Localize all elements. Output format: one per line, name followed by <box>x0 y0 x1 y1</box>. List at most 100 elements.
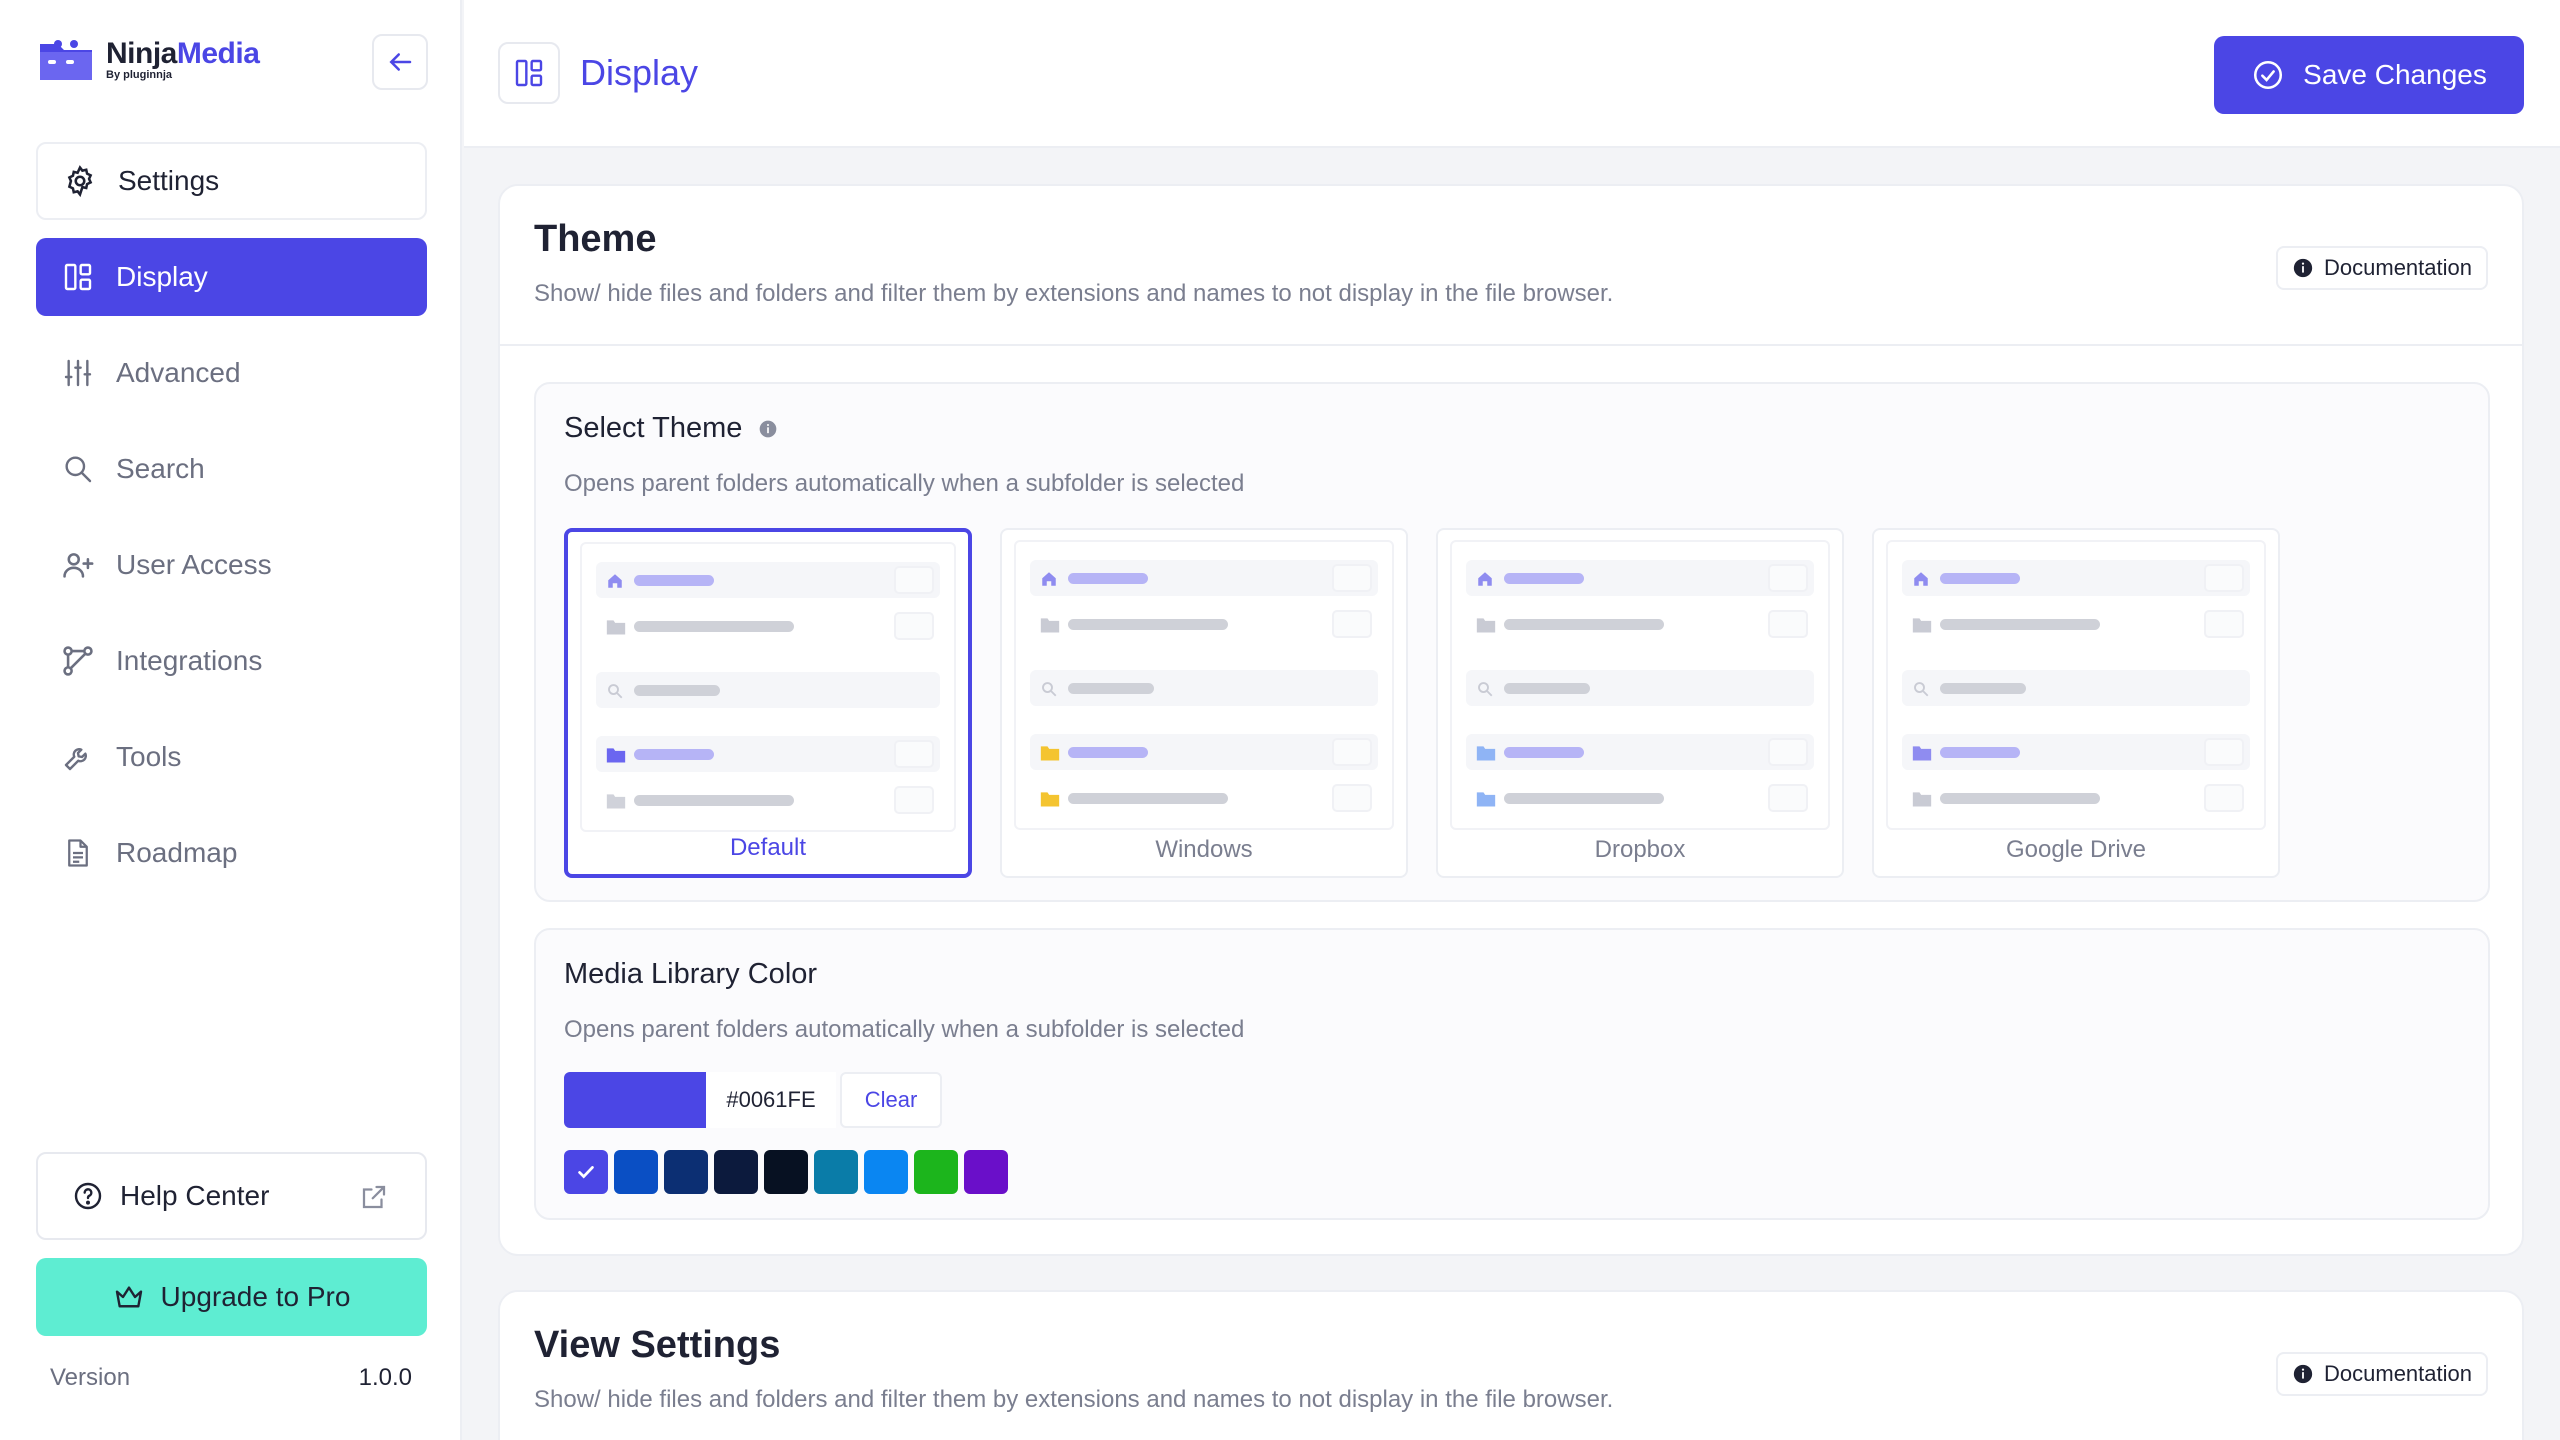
brand-logo[interactable]: NinjaMedia By pluginnja <box>36 34 260 84</box>
preview-row <box>1902 780 2250 816</box>
documentation-button[interactable]: Documentation <box>2276 246 2488 290</box>
preview-box <box>894 566 934 594</box>
theme-option-windows[interactable]: Windows <box>1000 528 1408 878</box>
preview-row <box>1030 734 1378 770</box>
home-icon <box>1912 570 1930 586</box>
brand-byline: By pluginnja <box>106 69 172 81</box>
folder-icon <box>606 746 626 763</box>
color-preset-swatch[interactable] <box>864 1150 908 1194</box>
color-preset-swatch[interactable] <box>964 1150 1008 1194</box>
color-preset-swatch[interactable] <box>614 1150 658 1194</box>
documentation-button[interactable]: Documentation <box>2276 1352 2488 1396</box>
search-icon <box>1476 680 1494 697</box>
preview-box <box>894 612 934 640</box>
preview-box <box>1768 564 1808 592</box>
preview-row <box>1466 780 1814 816</box>
preview-box <box>2204 784 2244 812</box>
card-title: View Settings <box>534 1324 781 1366</box>
folder-icon <box>1040 616 1060 633</box>
preview-box <box>1768 610 1808 638</box>
preview-bar <box>1940 747 2020 758</box>
sidebar-item-user-access[interactable]: User Access <box>36 526 427 604</box>
preview-bar <box>1940 683 2026 694</box>
sidebar-item-label: Advanced <box>116 357 241 388</box>
preview-box <box>894 740 934 768</box>
card-title: Theme <box>534 218 657 260</box>
check-icon <box>578 1166 594 1179</box>
sidebar-nav: Settings Display Advanced Search User Ac… <box>36 142 427 910</box>
version-number: 1.0.0 <box>358 1364 412 1391</box>
help-center-button[interactable]: Help Center <box>36 1152 427 1240</box>
documentation-label: Documentation <box>2324 255 2472 280</box>
color-preset-swatch[interactable] <box>914 1150 958 1194</box>
save-changes-label: Save Changes <box>2303 59 2487 90</box>
document-icon <box>60 835 96 871</box>
preview-row <box>1030 560 1378 596</box>
sidebar-item-display[interactable]: Display <box>36 238 427 316</box>
preview-bar <box>634 575 714 586</box>
preview-row <box>1902 734 2250 770</box>
sidebar-item-tools[interactable]: Tools <box>36 718 427 796</box>
color-preset-swatch[interactable] <box>764 1150 808 1194</box>
upgrade-to-pro-button[interactable]: Upgrade to Pro <box>36 1258 427 1336</box>
theme-card: Theme Show/ hide files and folders and f… <box>498 184 2524 1256</box>
color-hex-value[interactable]: #0061FE <box>706 1072 836 1128</box>
sliders-icon <box>60 355 96 391</box>
theme-option-default[interactable]: Default <box>564 528 972 878</box>
theme-preview <box>580 542 956 832</box>
sidebar-item-search[interactable]: Search <box>36 430 427 508</box>
sidebar: NinjaMedia By pluginnja Settings Display… <box>0 0 462 1440</box>
theme-option-label: Google Drive <box>2005 836 2147 863</box>
preview-row <box>596 562 940 598</box>
users-icon <box>60 547 96 583</box>
sidebar-item-roadmap[interactable]: Roadmap <box>36 814 427 892</box>
page-title: Display <box>580 52 699 93</box>
theme-option-google-drive[interactable]: Google Drive <box>1872 528 2280 878</box>
preview-box <box>2204 738 2244 766</box>
section-title: Media Library Color <box>564 958 818 990</box>
section-title: Select Theme <box>564 412 778 445</box>
preview-box <box>894 786 934 814</box>
folder-icon <box>1912 616 1932 633</box>
current-color-swatch[interactable] <box>564 1072 706 1128</box>
preview-row <box>596 782 940 818</box>
info-icon[interactable] <box>758 419 778 439</box>
preview-bar <box>634 685 720 696</box>
preview-row <box>1030 606 1378 642</box>
preview-box <box>1332 784 1372 812</box>
preview-row <box>1030 670 1378 706</box>
theme-option-dropbox[interactable]: Dropbox <box>1436 528 1844 878</box>
color-preset-swatch[interactable] <box>664 1150 708 1194</box>
theme-preview <box>1450 540 1830 830</box>
preview-bar <box>1504 747 1584 758</box>
clear-color-button[interactable]: Clear <box>840 1072 942 1128</box>
collapse-sidebar-button[interactable] <box>372 34 428 90</box>
color-preset-swatch[interactable] <box>714 1150 758 1194</box>
sidebar-item-integrations[interactable]: Integrations <box>36 622 427 700</box>
preview-row <box>596 672 940 708</box>
brand-name: NinjaMedia <box>106 37 260 70</box>
save-changes-button[interactable]: Save Changes <box>2214 36 2524 114</box>
theme-option-label: Default <box>729 834 807 861</box>
layout-icon <box>60 259 96 295</box>
preview-bar <box>634 749 714 760</box>
view-settings-card: View Settings Show/ hide files and folde… <box>498 1290 2524 1440</box>
color-preset-swatch[interactable] <box>564 1150 608 1194</box>
color-preset-swatch[interactable] <box>814 1150 858 1194</box>
sidebar-item-settings[interactable]: Settings <box>36 142 427 220</box>
preview-row <box>1466 734 1814 770</box>
integrations-icon <box>60 643 96 679</box>
crown-icon <box>115 1286 142 1308</box>
preview-row <box>1030 780 1378 816</box>
search-icon <box>1040 680 1058 697</box>
folder-icon <box>1912 790 1932 807</box>
preview-row <box>1902 606 2250 642</box>
folder-icon <box>606 618 626 635</box>
preview-bar <box>1068 747 1148 758</box>
home-icon <box>1476 570 1494 586</box>
preview-row <box>1466 670 1814 706</box>
folder-icon <box>1476 744 1496 761</box>
sidebar-item-advanced[interactable]: Advanced <box>36 334 427 412</box>
search-icon <box>60 451 96 487</box>
sidebar-item-label: Search <box>116 453 205 484</box>
